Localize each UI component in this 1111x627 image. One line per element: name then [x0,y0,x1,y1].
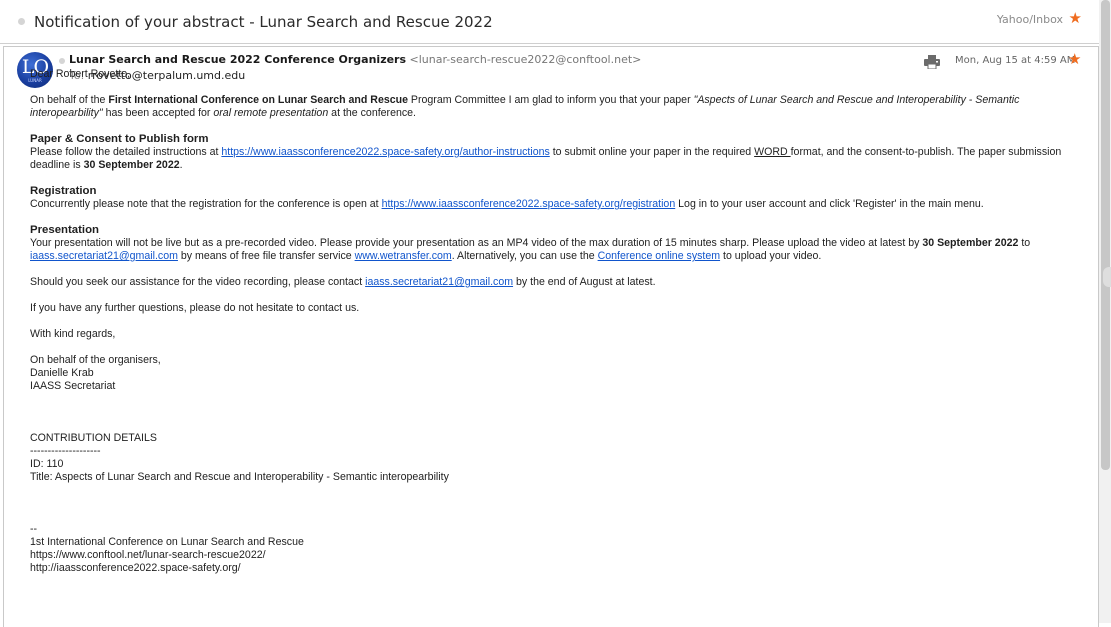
message-date: Mon, Aug 15 at 4:59 AM [955,55,1076,66]
print-icon[interactable] [924,55,940,69]
conference-system-link[interactable]: Conference online system [598,250,720,262]
folder-label[interactable]: Yahoo/Inbox [997,13,1063,26]
sender-name[interactable]: Lunar Search and Rescue 2022 Conference … [69,53,406,66]
message-subject: Notification of your abstract - Lunar Se… [34,13,493,31]
section-paper: Paper & Consent to Publish form Please f… [30,133,1062,171]
greeting: Dear Robert Rovetto, [30,68,131,80]
paragraph-assistance: Should you seek our assistance for the v… [30,276,656,288]
author-instructions-link[interactable]: https://www.iaassconference2022.space-sa… [221,146,549,158]
secretariat-email-link[interactable]: iaass.secretariat21@gmail.com [30,250,178,262]
section-title: Presentation [30,224,99,236]
registration-link[interactable]: https://www.iaassconference2022.space-sa… [382,198,676,210]
scrollbar-thumb[interactable] [1101,0,1110,470]
email-footer: -- 1st International Conference on Lunar… [30,523,304,574]
message-body: Dear Robert Rovetto, On behalf of the Fi… [30,68,1070,588]
paragraph-questions: If you have any further questions, pleas… [30,302,360,314]
signature: On behalf of the organisers, Danielle Kr… [30,354,161,392]
sender-line: Lunar Search and Rescue 2022 Conference … [69,53,641,66]
section-title: Registration [30,185,97,197]
secretariat-email-link[interactable]: iaass.secretariat21@gmail.com [365,276,513,288]
section-title: Paper & Consent to Publish form [30,133,209,145]
section-presentation: Presentation Your presentation will not … [30,224,1031,262]
contribution-details: CONTRIBUTION DETAILS -------------------… [30,432,449,483]
read-status-dot[interactable] [18,18,25,25]
side-panel-handle[interactable] [1103,267,1111,287]
star-icon[interactable]: ★ [1068,52,1081,67]
wetransfer-link[interactable]: www.wetransfer.com [355,250,452,262]
section-registration: Registration Concurrently please note th… [30,185,984,210]
unread-dot[interactable] [59,58,65,64]
paragraph-regards: With kind regards, [30,328,116,340]
paragraph-acceptance: On behalf of the First International Con… [30,94,1020,119]
star-icon[interactable]: ★ [1069,11,1082,26]
subject-bar: Notification of your abstract - Lunar Se… [0,0,1099,44]
sender-email[interactable]: <lunar-search-rescue2022@conftool.net> [410,53,642,66]
